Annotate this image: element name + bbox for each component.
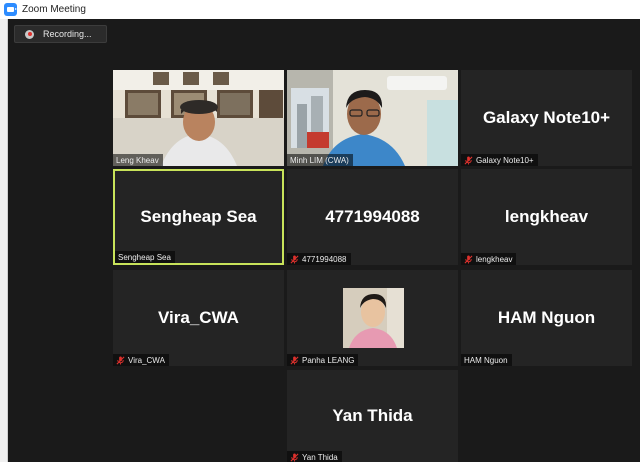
participant-name-label: Yan Thida xyxy=(287,451,342,462)
meeting-stage: Recording... Leng Kheav Minh LIM (CWA) G… xyxy=(8,19,640,462)
muted-mic-icon xyxy=(116,356,125,365)
participant-name-label: Leng Kheav xyxy=(113,154,163,166)
participant-display-name: HAM Nguon xyxy=(497,308,596,327)
participant-name-label: Minh LIM (CWA) xyxy=(287,154,353,166)
title-bar: Zoom Meeting xyxy=(0,0,640,19)
participant-video xyxy=(287,70,458,166)
muted-mic-icon xyxy=(290,453,299,462)
participant-display-name: Galaxy Note10+ xyxy=(482,108,611,127)
muted-mic-icon xyxy=(464,255,473,264)
recording-label: Recording... xyxy=(43,29,92,39)
recording-dot-icon xyxy=(25,29,34,39)
participant-name-label: 4771994088 xyxy=(287,253,351,265)
participant-tile-vira-cwa[interactable]: Vira_CWA Vira_CWA xyxy=(113,270,284,366)
participant-name-label: lengkheav xyxy=(461,253,517,265)
participant-name-label: Panha LEANG xyxy=(287,354,359,366)
participant-name-label: HAM Nguon xyxy=(461,354,512,366)
participant-display-name: Sengheap Sea xyxy=(140,207,257,226)
participant-tile-sengheap-sea[interactable]: Sengheap Sea Sengheap Sea xyxy=(113,169,284,265)
window-left-edge xyxy=(0,19,8,462)
participant-tile-ham-nguon[interactable]: HAM Nguon HAM Nguon xyxy=(461,270,632,366)
zoom-camera-icon xyxy=(4,3,17,16)
participant-tile-panha-leang[interactable]: Panha LEANG xyxy=(287,270,458,366)
participant-tile-yan-thida[interactable]: Yan Thida Yan Thida xyxy=(287,370,458,462)
participant-tile-lengkheav[interactable]: lengkheav lengkheav xyxy=(461,169,632,265)
participant-display-name: Vira_CWA xyxy=(158,308,239,327)
participant-name-label: Galaxy Note10+ xyxy=(461,154,538,166)
muted-mic-icon xyxy=(464,156,473,165)
participant-tile-minh-lim[interactable]: Minh LIM (CWA) xyxy=(287,70,458,166)
participant-tile-leng-kheav[interactable]: Leng Kheav xyxy=(113,70,284,166)
participant-tile-galaxy-note10[interactable]: Galaxy Note10+ Galaxy Note10+ xyxy=(461,70,632,166)
recording-indicator[interactable]: Recording... xyxy=(14,25,107,43)
participant-name-label: Sengheap Sea xyxy=(115,251,175,263)
participant-display-name: Yan Thida xyxy=(332,406,413,425)
participant-tile-4771994088[interactable]: 4771994088 4771994088 xyxy=(287,169,458,265)
participant-name-label: Vira_CWA xyxy=(113,354,169,366)
participant-display-name: 4771994088 xyxy=(325,207,420,226)
participant-video xyxy=(113,70,284,166)
muted-mic-icon xyxy=(290,356,299,365)
participant-display-name: lengkheav xyxy=(504,207,589,226)
window-title: Zoom Meeting xyxy=(22,4,86,15)
profile-picture xyxy=(343,288,404,348)
muted-mic-icon xyxy=(290,255,299,264)
